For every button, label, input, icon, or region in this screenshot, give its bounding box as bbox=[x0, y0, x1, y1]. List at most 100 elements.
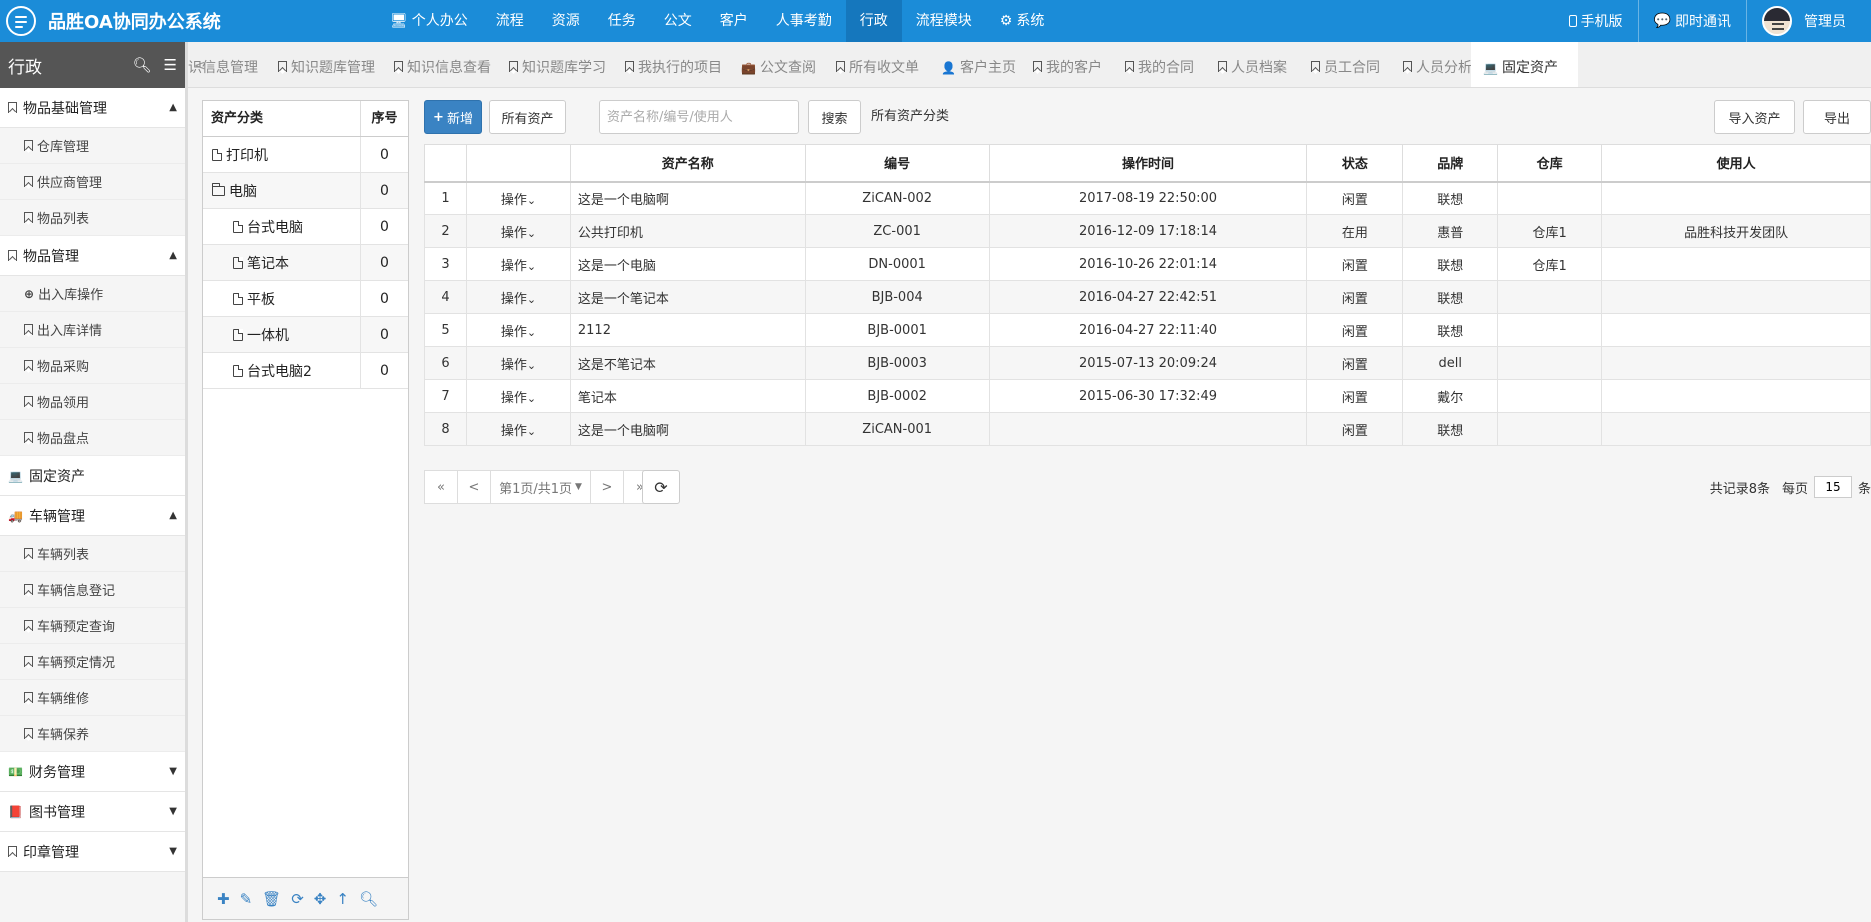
sidebar-group-2[interactable]: 💻 固定资产 bbox=[0, 456, 185, 496]
asset-name[interactable]: 公共打印机 bbox=[569, 214, 806, 248]
tree-row[interactable]: 平板 0 bbox=[203, 281, 408, 317]
first-page-button[interactable]: « bbox=[424, 470, 458, 504]
tab-6[interactable]: 所有收文单✖ bbox=[836, 42, 919, 87]
tab-8[interactable]: 我的客户✖ bbox=[1033, 42, 1102, 87]
tab-10[interactable]: 人员档案✖ bbox=[1218, 42, 1287, 87]
asset-name[interactable]: 笔记本 bbox=[569, 379, 806, 413]
arrow-up-icon[interactable]: ↑ bbox=[336, 890, 349, 908]
tab-4[interactable]: 我执行的项目✖ bbox=[625, 42, 722, 87]
row-action-menu[interactable]: 操作⌄ bbox=[465, 379, 571, 413]
mobile-link[interactable]: 手机版 bbox=[1554, 0, 1638, 42]
topnav-item-4[interactable]: 公文 bbox=[650, 0, 706, 42]
sidebar-group-1[interactable]: 物品管理 ▲ bbox=[0, 236, 185, 276]
topnav-item-9[interactable]: ⚙ 系统 bbox=[986, 0, 1059, 42]
asset-name[interactable]: 这是一个电脑 bbox=[569, 247, 806, 281]
sidebar-group-6[interactable]: 印章管理 ▼ bbox=[0, 832, 185, 872]
asset-name[interactable]: 这是一个电脑啊 bbox=[569, 412, 806, 446]
sidebar-group-3[interactable]: 🚚 车辆管理 ▲ bbox=[0, 496, 185, 536]
tab-2[interactable]: 知识信息查看✖ bbox=[394, 42, 491, 87]
tab-9[interactable]: 我的合同✖ bbox=[1125, 42, 1194, 87]
search-icon[interactable]: 🔍︎ bbox=[133, 56, 152, 74]
all-assets-button[interactable]: 所有资产 bbox=[489, 100, 566, 134]
tree-node[interactable]: 打印机 bbox=[203, 137, 361, 172]
tree-node[interactable]: 电脑 bbox=[203, 173, 361, 208]
topnav-item-1[interactable]: 流程 bbox=[482, 0, 538, 42]
next-page-button[interactable]: > bbox=[590, 470, 624, 504]
tree-row[interactable]: 台式电脑2 0 bbox=[203, 353, 408, 389]
search-input[interactable] bbox=[599, 100, 799, 134]
sidebar-item-1-4[interactable]: 物品盘点 bbox=[0, 420, 185, 456]
row-action-menu[interactable]: 操作⌄ bbox=[465, 313, 571, 347]
sidebar-item-3-3[interactable]: 车辆预定情况 bbox=[0, 644, 185, 680]
menu-icon[interactable]: ☰ bbox=[164, 56, 177, 74]
tree-row[interactable]: 一体机 0 bbox=[203, 317, 408, 353]
refresh-button[interactable]: ⟳ bbox=[642, 470, 680, 504]
prev-page-button[interactable]: < bbox=[457, 470, 491, 504]
export-button[interactable]: 导出 bbox=[1803, 100, 1871, 134]
row-action-menu[interactable]: 操作⌄ bbox=[465, 247, 571, 281]
topnav-item-7[interactable]: 行政 bbox=[845, 0, 902, 42]
tree-node[interactable]: 笔记本 bbox=[203, 245, 361, 280]
refresh-icon[interactable]: ⟳ bbox=[291, 890, 304, 908]
topnav-item-2[interactable]: 资源 bbox=[538, 0, 594, 42]
asset-name[interactable]: 这是一个电脑啊 bbox=[569, 181, 806, 215]
search-icon[interactable]: 🔍︎ bbox=[359, 890, 378, 908]
add-icon[interactable]: ✚ bbox=[217, 890, 230, 908]
tab-11[interactable]: 员工合同✖ bbox=[1311, 42, 1380, 87]
sidebar-item-1-3[interactable]: 物品领用 bbox=[0, 384, 185, 420]
tree-row[interactable]: 电脑 0 bbox=[203, 173, 408, 209]
sidebar-item-3-4[interactable]: 车辆维修 bbox=[0, 680, 185, 716]
import-button[interactable]: 导入资产 bbox=[1714, 100, 1795, 134]
row-action-menu[interactable]: 操作⌄ bbox=[465, 280, 571, 314]
page-size-input[interactable] bbox=[1813, 476, 1852, 498]
tab-7[interactable]: 👤客户主页✖ bbox=[941, 42, 1016, 87]
tab-13[interactable]: 💻 固定资产 bbox=[1471, 42, 1578, 87]
tree-node[interactable]: 平板 bbox=[203, 281, 361, 316]
tree-node[interactable]: 一体机 bbox=[203, 317, 361, 352]
tree-row[interactable]: 笔记本 0 bbox=[203, 245, 408, 281]
add-button[interactable]: + 新增 bbox=[424, 100, 482, 134]
user-menu[interactable]: 管理员 bbox=[1746, 0, 1861, 42]
tree-row[interactable]: 打印机 0 bbox=[203, 137, 408, 173]
topnav-item-0[interactable]: 🖥 个人办公 bbox=[376, 0, 482, 42]
tab-3[interactable]: 知识题库学习✖ bbox=[509, 42, 606, 87]
tab-1[interactable]: 知识题库管理✖ bbox=[278, 42, 375, 87]
sidebar-group-5[interactable]: 📕 图书管理 ▼ bbox=[0, 792, 185, 832]
asset-name[interactable]: 这是一个笔记本 bbox=[569, 280, 806, 314]
search-button[interactable]: 搜索 bbox=[808, 100, 861, 134]
tab-5[interactable]: 💼公文查阅✖ bbox=[741, 42, 816, 87]
sidebar-item-3-1[interactable]: 车辆信息登记 bbox=[0, 572, 185, 608]
tab-0[interactable]: 知识信息管理✖ bbox=[188, 42, 258, 87]
topnav-item-8[interactable]: 流程模块 bbox=[902, 0, 986, 42]
move-icon[interactable]: ✥ bbox=[314, 890, 327, 908]
topnav-item-6[interactable]: 人事考勤 bbox=[762, 0, 846, 42]
tree-row[interactable]: 台式电脑 0 bbox=[203, 209, 408, 245]
trash-icon[interactable]: 🗑︎ bbox=[262, 890, 281, 908]
tree-node[interactable]: 台式电脑 bbox=[203, 209, 361, 244]
edit-icon[interactable]: ✎ bbox=[240, 890, 253, 908]
logo[interactable]: 品胜OA协同办公系统 bbox=[6, 6, 221, 36]
sidebar-item-0-2[interactable]: 物品列表 bbox=[0, 200, 185, 236]
tab-12[interactable]: 人员分析✖ bbox=[1403, 42, 1472, 87]
asset-name[interactable]: 2112 bbox=[569, 313, 806, 347]
sidebar-group-4[interactable]: 💵 财务管理 ▼ bbox=[0, 752, 185, 792]
sidebar-item-1-0[interactable]: ⊕ 出入库操作 bbox=[0, 276, 185, 312]
topnav-item-3[interactable]: 任务 bbox=[594, 0, 650, 42]
topnav-item-5[interactable]: 客户 bbox=[706, 0, 762, 42]
page-select[interactable]: 第1页/共1页 ▼ bbox=[490, 470, 591, 504]
sidebar-item-0-1[interactable]: 供应商管理 bbox=[0, 164, 185, 200]
sidebar-item-0-0[interactable]: 仓库管理 bbox=[0, 128, 185, 164]
category-filter[interactable]: 所有资产分类 bbox=[871, 100, 949, 134]
row-action-menu[interactable]: 操作⌄ bbox=[465, 346, 571, 380]
sidebar-item-1-1[interactable]: 出入库详情 bbox=[0, 312, 185, 348]
asset-name[interactable]: 这是不笔记本 bbox=[569, 346, 806, 380]
sidebar-item-3-0[interactable]: 车辆列表 bbox=[0, 536, 185, 572]
sidebar-group-0[interactable]: 物品基础管理 ▲ bbox=[0, 88, 185, 128]
row-action-menu[interactable]: 操作⌄ bbox=[465, 214, 571, 248]
sidebar-item-3-5[interactable]: 车辆保养 bbox=[0, 716, 185, 752]
sidebar-item-3-2[interactable]: 车辆预定查询 bbox=[0, 608, 185, 644]
row-action-menu[interactable]: 操作⌄ bbox=[465, 412, 571, 446]
im-link[interactable]: 💬 即时通讯 bbox=[1637, 0, 1746, 42]
sidebar-item-1-2[interactable]: 物品采购 bbox=[0, 348, 185, 384]
tree-node[interactable]: 台式电脑2 bbox=[203, 353, 361, 388]
